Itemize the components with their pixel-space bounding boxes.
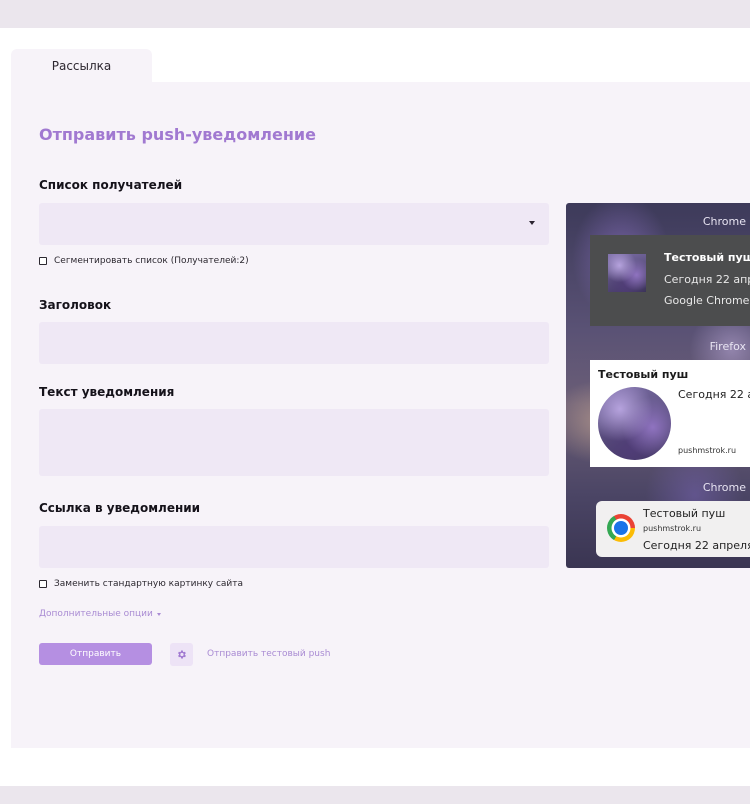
firefox-notification: Тестовый пуш Сегодня 22 ап pushmstrok.ru (590, 360, 750, 467)
recipients-label: Список получателей (39, 178, 183, 192)
window-bottom-band (0, 786, 750, 804)
notification-image (598, 387, 671, 460)
replace-image-row[interactable]: Заменить стандартную картинку сайта (39, 579, 243, 589)
headline-label: Заголовок (39, 298, 112, 312)
link-input[interactable] (39, 526, 549, 568)
chrome-light-title: Тестовый пуш (643, 507, 726, 520)
message-textarea[interactable] (39, 409, 549, 476)
segment-checkbox-label: Сегментировать список (Получателей:2) (54, 256, 249, 266)
segment-checkbox[interactable] (39, 257, 47, 265)
message-label: Текст уведомления (39, 385, 175, 399)
chevron-down-icon (529, 221, 535, 225)
chrome-dark-source: Google Chrome .. (664, 294, 750, 307)
chrome-light-domain: pushmstrok.ru (643, 524, 702, 533)
recipients-select[interactable] (39, 203, 549, 245)
headline-input[interactable] (39, 322, 549, 364)
window-top-band (0, 0, 750, 28)
link-label: Ссылка в уведомлении (39, 501, 201, 515)
notification-preview: Chrome Тестовый пуш Сегодня 22 апрел Goo… (566, 203, 750, 568)
chrome-dark-date: Сегодня 22 апрел (664, 273, 750, 286)
segment-checkbox-row[interactable]: Сегментировать список (Получателей:2) (39, 256, 249, 266)
preview-chrome-light-os-label: Chrome (702, 481, 746, 494)
firefox-date: Сегодня 22 ап (678, 388, 750, 401)
preview-chrome-os-label: Chrome (702, 215, 746, 228)
firefox-title: Тестовый пуш (598, 368, 689, 381)
replace-image-checkbox[interactable] (39, 580, 47, 588)
caret-down-icon (156, 612, 161, 616)
page-title: Отправить push-уведомление (39, 125, 316, 144)
chrome-dark-notification: Тестовый пуш Сегодня 22 апрел Google Chr… (590, 235, 750, 326)
chrome-light-notification: Тестовый пуш pushmstrok.ru Сегодня 22 ап… (596, 501, 750, 557)
notification-image (608, 254, 646, 292)
settings-button[interactable] (170, 643, 193, 666)
chrome-light-date: Сегодня 22 апреля! (643, 539, 750, 552)
gear-icon (178, 650, 186, 659)
more-options-label: Дополнительные опции (39, 609, 153, 619)
firefox-domain: pushmstrok.ru (678, 446, 737, 455)
tab-mailing[interactable]: Рассылка (11, 49, 152, 82)
replace-image-label: Заменить стандартную картинку сайта (54, 579, 244, 589)
send-button[interactable]: Отправить (39, 643, 152, 665)
send-test-push-link[interactable]: Отправить тестовый push (207, 649, 330, 659)
chrome-logo-icon (607, 514, 635, 542)
more-options-toggle[interactable]: Дополнительные опции (39, 609, 161, 619)
preview-firefox-os-label: Firefox (709, 340, 746, 353)
chrome-dark-title: Тестовый пуш (664, 251, 750, 264)
